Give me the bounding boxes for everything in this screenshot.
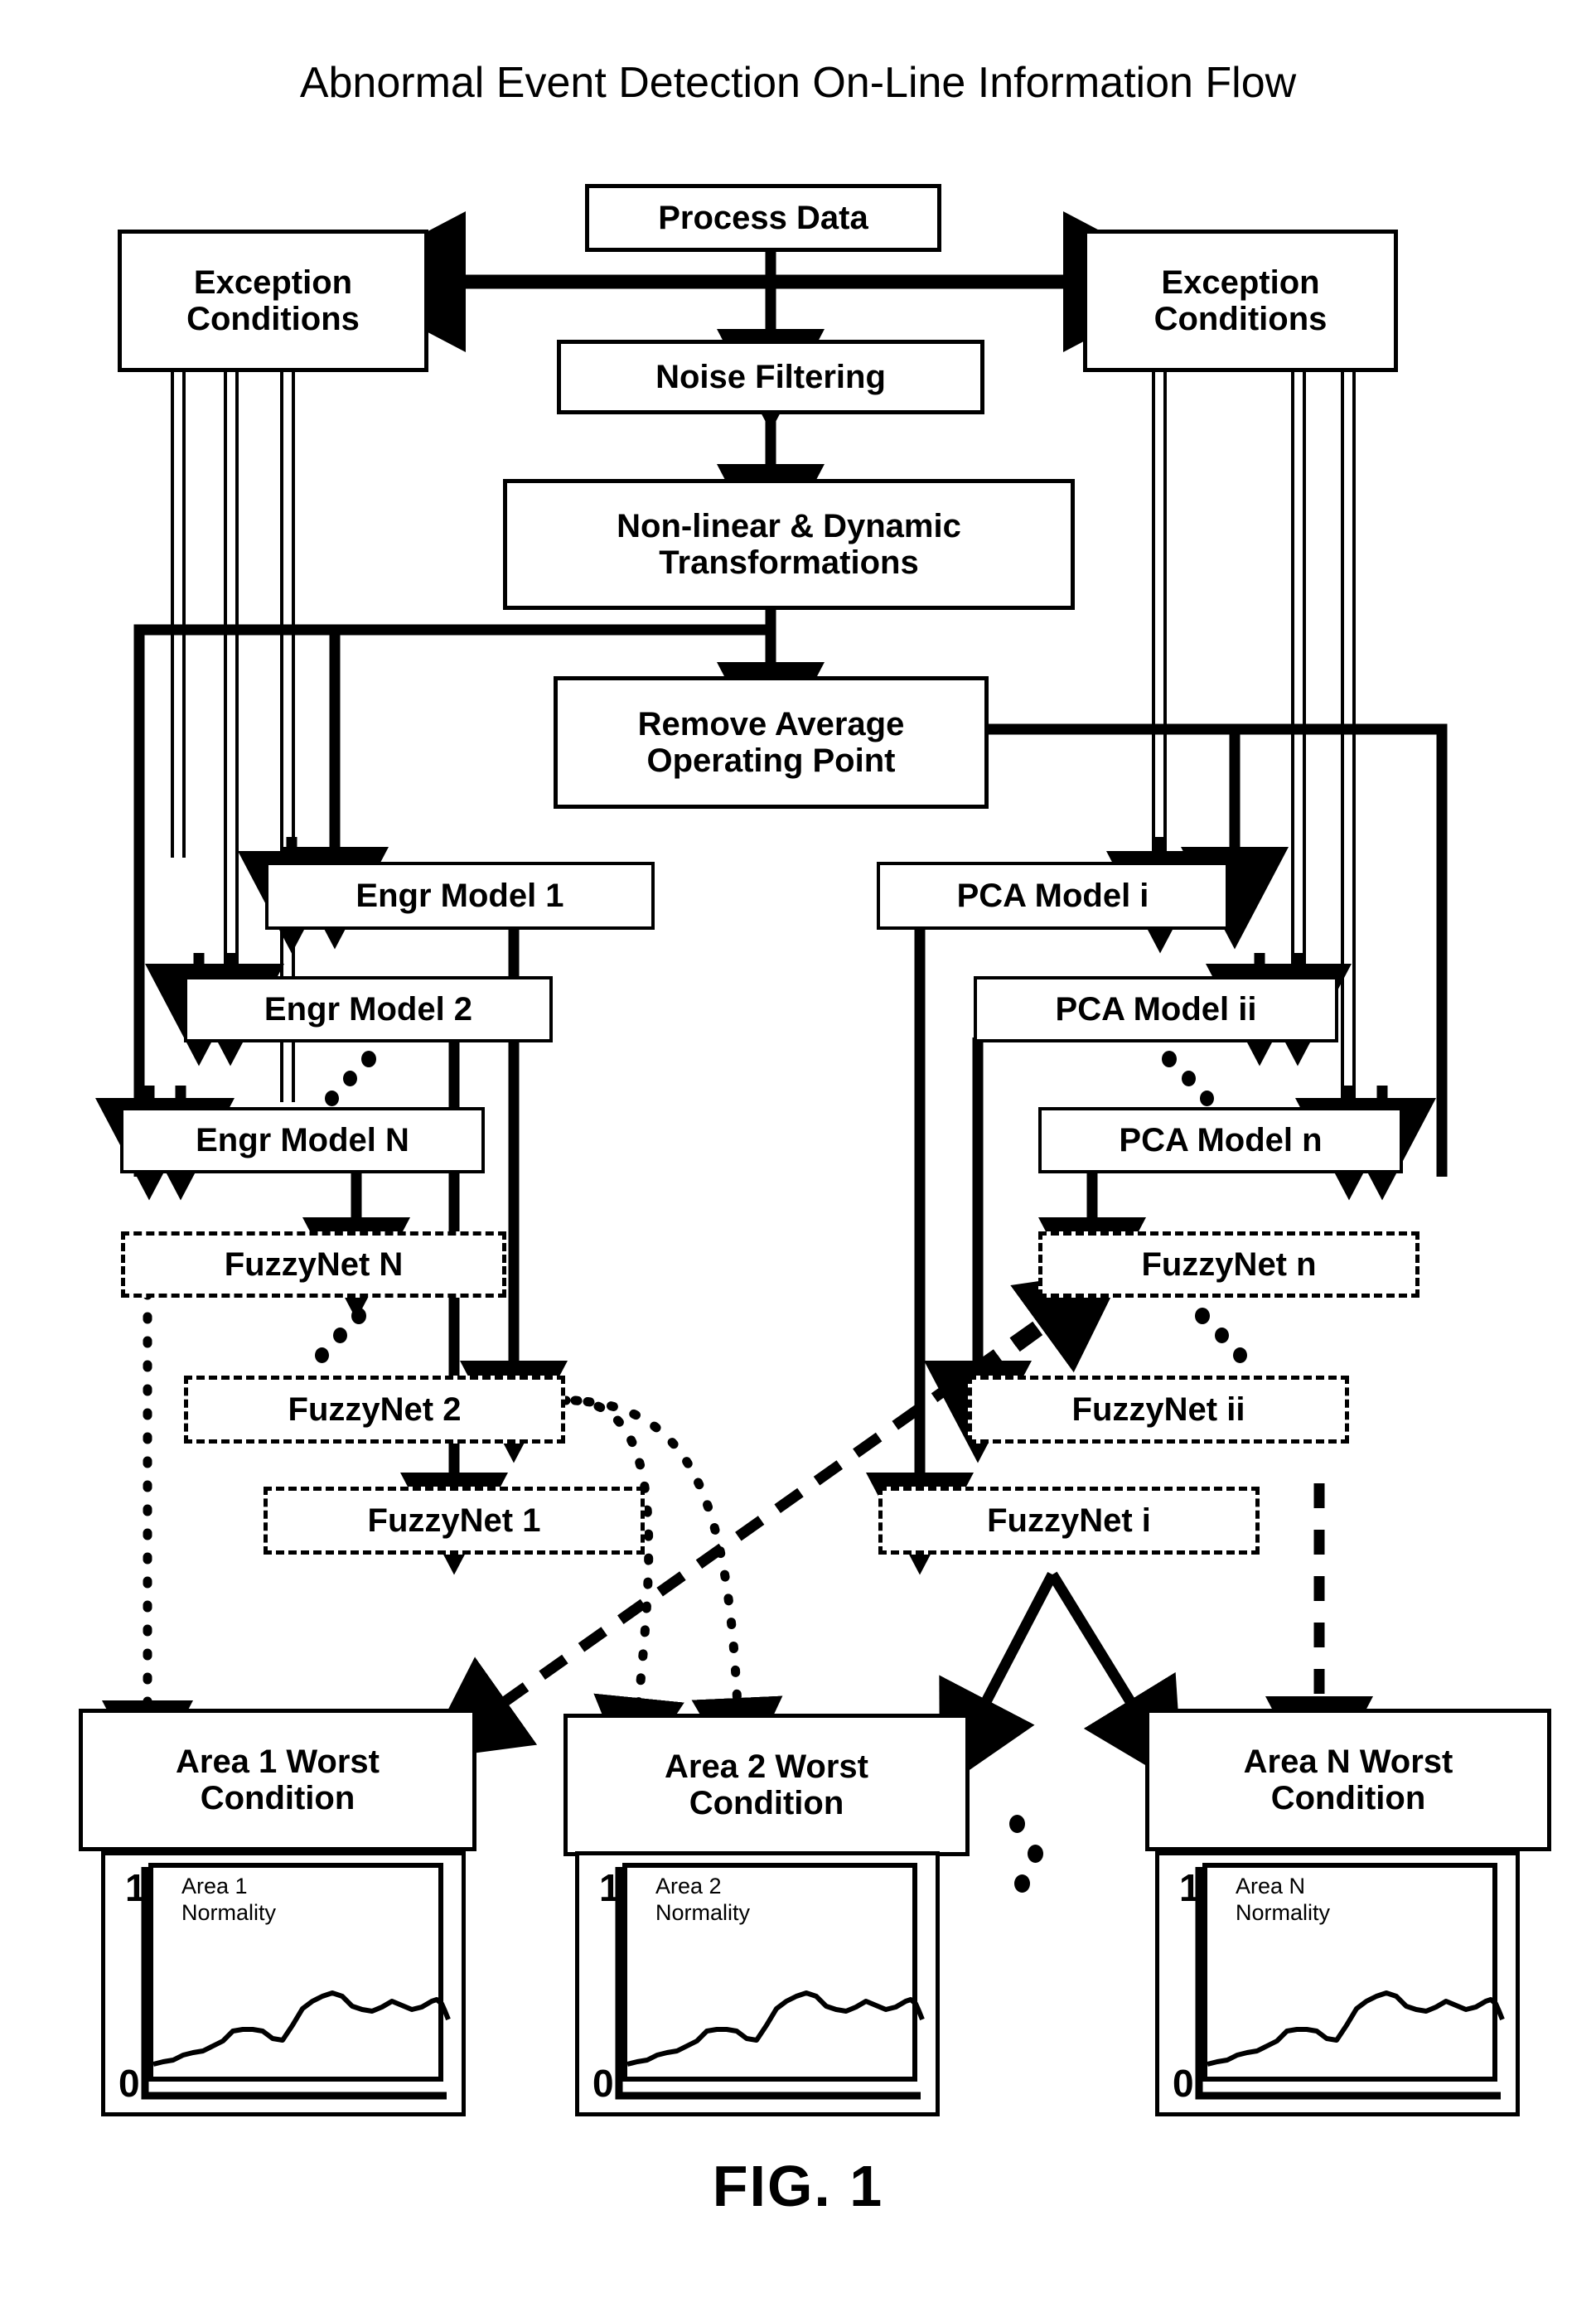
node-pca-model-i[interactable]: PCA Model i	[877, 862, 1229, 930]
ellipsis-engr-models	[323, 1051, 389, 1106]
node-label: FuzzyNet 1	[367, 1502, 541, 1539]
node-engr-model-1[interactable]: Engr Model 1	[265, 862, 655, 930]
chart-area-1	[141, 1863, 451, 2100]
node-label: Noise Filtering	[655, 359, 886, 395]
node-label: Exception Conditions	[1153, 264, 1328, 337]
chart-y-bottom-tick: 0	[1173, 2062, 1194, 2105]
chart-area-2	[615, 1863, 925, 2100]
node-label: Area 2 Worst Condition	[664, 1748, 868, 1821]
node-label: FuzzyNet N	[224, 1246, 404, 1283]
node-pca-model-ii[interactable]: PCA Model ii	[974, 976, 1338, 1042]
node-fuzzynet-2[interactable]: FuzzyNet 2	[184, 1376, 565, 1444]
node-label: Area 1 Worst Condition	[175, 1744, 380, 1816]
node-area-2-worst-condition[interactable]: Area 2 Worst Condition	[563, 1714, 970, 1856]
node-remove-average-operating-point[interactable]: Remove Average Operating Point	[554, 676, 989, 809]
node-label: Process Data	[658, 200, 868, 236]
node-fuzzynet-i[interactable]: FuzzyNet i	[878, 1487, 1260, 1555]
node-label: Exception Conditions	[186, 264, 360, 337]
node-label: PCA Model ii	[1055, 991, 1257, 1028]
ellipsis-fuzzynet-left	[313, 1308, 380, 1363]
node-area-n-worst-condition[interactable]: Area N Worst Condition	[1145, 1709, 1551, 1851]
node-fuzzynet-small-n[interactable]: FuzzyNet n	[1038, 1231, 1419, 1298]
chart-y-top-tick: 1	[125, 1866, 147, 1909]
chart-panel-area-2-normality: Area 2 Normality 1 0	[575, 1851, 940, 2116]
chart-panel-area-1-normality: Area 1 Normality 1 0	[101, 1851, 466, 2116]
ellipsis-pca-models	[1160, 1051, 1226, 1106]
chart-area-n	[1195, 1863, 1505, 2100]
chart-panel-area-n-normality: Area N Normality 1 0	[1155, 1851, 1520, 2116]
node-engr-model-n[interactable]: Engr Model N	[120, 1107, 485, 1173]
chart-label: Area 1 Normality	[181, 1874, 277, 1925]
chart-label: Area N Normality	[1236, 1874, 1331, 1925]
figure-canvas: Abnormal Event Detection On-Line Informa…	[0, 0, 1596, 2307]
node-label: Non-linear & Dynamic Transformations	[617, 508, 961, 581]
ellipsis-fuzzynet-right	[1193, 1308, 1260, 1363]
node-label: FuzzyNet 2	[288, 1391, 462, 1428]
node-label: Engr Model 2	[264, 991, 473, 1028]
node-fuzzynet-1[interactable]: FuzzyNet 1	[264, 1487, 645, 1555]
node-label: Area N Worst Condition	[1243, 1744, 1453, 1816]
figure-title: Abnormal Event Detection On-Line Informa…	[299, 59, 1297, 107]
node-area-1-worst-condition[interactable]: Area 1 Worst Condition	[79, 1709, 476, 1851]
node-exception-conditions-left[interactable]: Exception Conditions	[118, 230, 428, 372]
node-fuzzynet-ii[interactable]: FuzzyNet ii	[968, 1376, 1349, 1444]
node-label: FuzzyNet i	[987, 1502, 1151, 1539]
node-engr-model-2[interactable]: Engr Model 2	[184, 976, 553, 1042]
node-exception-conditions-right[interactable]: Exception Conditions	[1083, 230, 1398, 372]
node-label: PCA Model n	[1119, 1122, 1323, 1158]
chart-y-top-tick: 1	[1179, 1866, 1201, 1909]
node-label: PCA Model i	[956, 878, 1149, 914]
node-noise-filtering[interactable]: Noise Filtering	[557, 340, 984, 414]
node-process-data[interactable]: Process Data	[585, 184, 941, 252]
chart-y-bottom-tick: 0	[118, 2062, 140, 2105]
chart-y-bottom-tick: 0	[592, 2062, 614, 2105]
node-pca-model-n[interactable]: PCA Model n	[1038, 1107, 1403, 1173]
figure-caption: FIG. 1	[712, 2154, 884, 2218]
chart-y-top-tick: 1	[599, 1866, 621, 1909]
node-label: Engr Model N	[196, 1122, 409, 1158]
node-label: Remove Average Operating Point	[637, 706, 905, 779]
chart-label: Area 2 Normality	[655, 1874, 751, 1925]
node-label: FuzzyNet n	[1141, 1246, 1317, 1283]
node-transformations[interactable]: Non-linear & Dynamic Transformations	[503, 479, 1075, 610]
ellipsis-area-boxes	[1009, 1815, 1059, 1893]
node-fuzzynet-n[interactable]: FuzzyNet N	[121, 1231, 506, 1298]
node-label: FuzzyNet ii	[1071, 1391, 1245, 1428]
node-label: Engr Model 1	[355, 878, 564, 914]
